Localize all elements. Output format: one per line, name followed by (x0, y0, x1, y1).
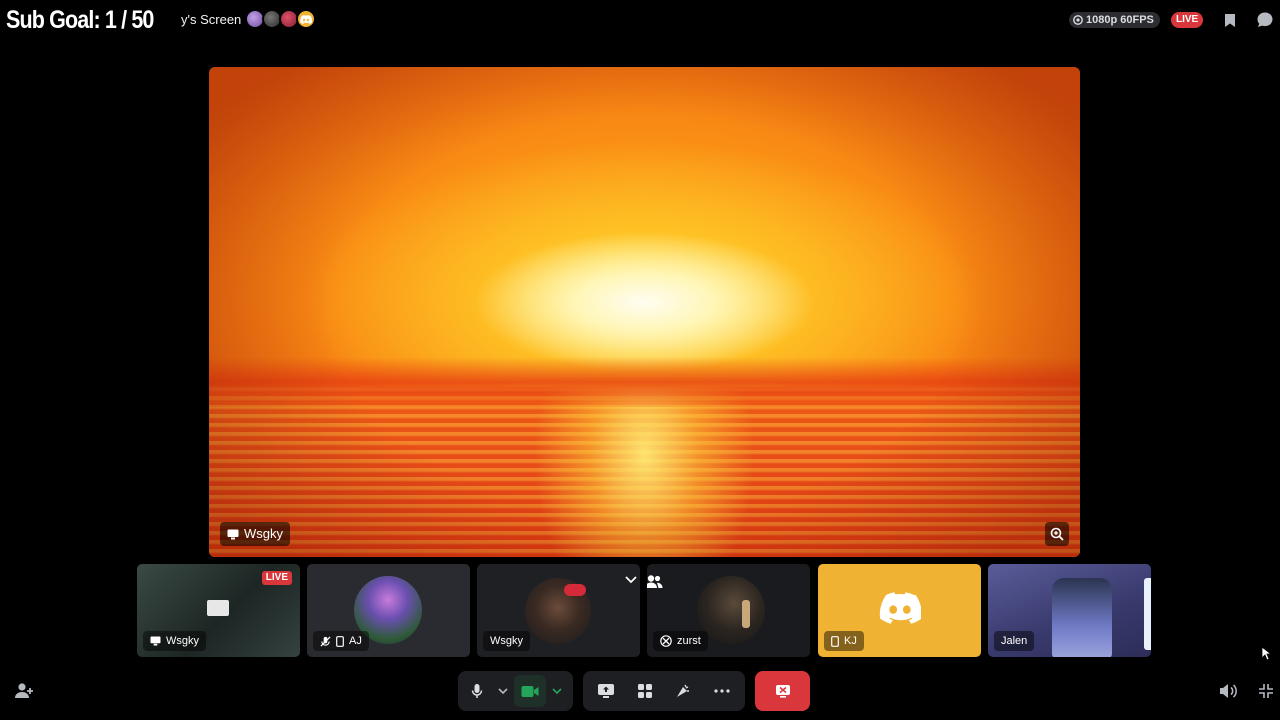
share-screen-button[interactable] (590, 675, 622, 707)
discord-icon (879, 592, 921, 624)
chevron-down-icon (552, 687, 562, 694)
participant-tile[interactable]: KJ (818, 564, 981, 657)
stage-streamer-name: Wsgky (244, 526, 283, 541)
stream-quality-badge: 1080p 60FPS (1069, 12, 1160, 28)
mobile-icon (831, 635, 839, 647)
camera-button[interactable] (514, 675, 546, 707)
live-badge: LIVE (1171, 12, 1204, 28)
soundboard-button[interactable] (667, 675, 699, 707)
camera-icon (521, 685, 539, 697)
participant-tile[interactable]: AJ (307, 564, 470, 657)
stage-name-tag: Wsgky (220, 522, 290, 546)
screen-icon (227, 529, 239, 539)
tile-name: Wsgky (490, 635, 523, 647)
volume-icon[interactable] (1218, 681, 1238, 701)
screen-preview (207, 600, 229, 616)
monitor-glow (1144, 578, 1151, 650)
screen-icon (150, 636, 161, 646)
tile-name: zurst (677, 635, 701, 647)
invite-icon[interactable] (14, 681, 34, 701)
tile-name: Jalen (1001, 635, 1028, 647)
zoom-button[interactable] (1045, 522, 1069, 546)
tile-name-tag: KJ (824, 631, 864, 651)
bookmark-icon[interactable] (1220, 10, 1240, 30)
chat-icon[interactable] (1255, 10, 1275, 30)
exit-fullscreen-icon[interactable] (1256, 681, 1276, 701)
mic-icon (471, 684, 483, 698)
discord-icon (300, 14, 312, 24)
mobile-icon (336, 635, 344, 647)
participant-tile[interactable]: Jalen (988, 564, 1151, 657)
figure (742, 600, 750, 628)
add-friend-icon[interactable] (647, 574, 663, 595)
sub-goal-overlay: Sub Goal: 1 / 50 (6, 6, 154, 34)
tile-controls (625, 576, 640, 584)
mic-options-button[interactable] (492, 675, 514, 707)
tile-name: AJ (349, 635, 362, 647)
hair-bow (564, 584, 586, 596)
activities-button[interactable] (629, 675, 661, 707)
viewer-avatar[interactable] (296, 9, 316, 29)
tile-name-tag: AJ (313, 631, 369, 651)
gaming-chair (1052, 578, 1112, 657)
more-icon (714, 689, 730, 693)
activity-controls (583, 671, 745, 711)
participant-tile[interactable]: Wsgky (477, 564, 640, 657)
audio-video-controls (458, 671, 573, 711)
disconnect-button[interactable] (755, 671, 810, 711)
xbox-icon (660, 635, 672, 647)
participant-tile[interactable]: LIVE Wsgky (137, 564, 300, 657)
tile-live-badge: LIVE (261, 571, 292, 585)
tile-name: KJ (844, 635, 857, 647)
soundboard-icon (677, 684, 690, 697)
stream-title: y's Screen (181, 12, 242, 27)
end-call-icon (775, 685, 790, 698)
camera-options-button[interactable] (546, 675, 568, 707)
vignette (209, 67, 1080, 557)
tile-name: Wsgky (166, 635, 199, 647)
participant-tile[interactable]: zurst (647, 564, 810, 657)
tile-name-tag: Wsgky (143, 631, 206, 651)
tile-name-tag: zurst (653, 631, 708, 651)
chevron-down-icon[interactable] (625, 576, 637, 584)
eye-icon (1073, 15, 1083, 25)
quality-label: 1080p 60FPS (1086, 14, 1154, 26)
share-screen-icon (598, 684, 615, 698)
tile-name-tag: Wsgky (483, 631, 530, 651)
more-options-button[interactable] (706, 675, 738, 707)
mic-button[interactable] (462, 675, 492, 707)
chevron-down-icon (498, 687, 508, 694)
activities-icon (637, 684, 652, 698)
mic-muted-icon (320, 635, 331, 647)
mouse-cursor-icon (1260, 645, 1272, 661)
viewer-avatars[interactable] (245, 9, 316, 31)
main-stream-view[interactable]: Wsgky (209, 67, 1080, 557)
tile-name-tag: Jalen (994, 631, 1035, 651)
zoom-in-icon (1050, 527, 1064, 541)
